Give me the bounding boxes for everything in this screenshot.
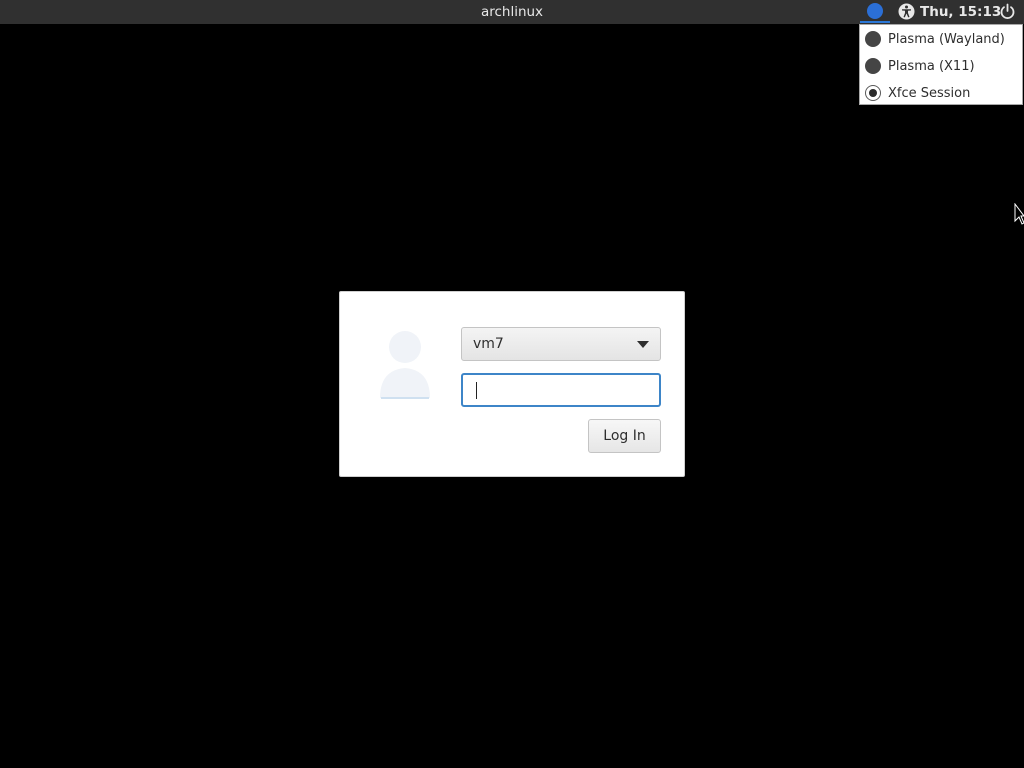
power-icon[interactable] [999, 3, 1016, 20]
session-item-plasma-x11[interactable]: Plasma (X11) [860, 53, 1022, 80]
session-item-label: Plasma (X11) [888, 59, 975, 74]
session-menu: Plasma (Wayland) Plasma (X11) Xfce Sessi… [859, 24, 1023, 105]
session-item-plasma-wayland[interactable]: Plasma (Wayland) [860, 26, 1022, 53]
top-panel: archlinux Thu, 15:13 [0, 0, 1024, 24]
radio-unchecked-icon [865, 31, 881, 47]
clock-label: Thu, 15:13 [920, 4, 1002, 20]
radio-checked-icon [865, 85, 881, 101]
session-item-label: Xfce Session [888, 86, 971, 101]
selected-user: vm7 [473, 336, 504, 352]
radio-unchecked-icon [865, 58, 881, 74]
text-caret [476, 382, 477, 399]
active-indicator [860, 21, 890, 23]
user-select[interactable]: vm7 [461, 327, 661, 361]
user-avatar-icon [380, 331, 430, 399]
session-item-label: Plasma (Wayland) [888, 32, 1005, 47]
session-item-xfce[interactable]: Xfce Session [860, 80, 1022, 107]
accessibility-icon[interactable] [898, 3, 915, 20]
session-menu-button[interactable] [860, 0, 890, 24]
login-button[interactable]: Log In [588, 419, 661, 453]
xfce-session-icon [867, 3, 883, 19]
chevron-down-icon [637, 341, 649, 348]
mouse-pointer-icon [1014, 203, 1024, 225]
password-input[interactable] [461, 373, 661, 407]
login-dialog: vm7 Log In [339, 291, 685, 477]
